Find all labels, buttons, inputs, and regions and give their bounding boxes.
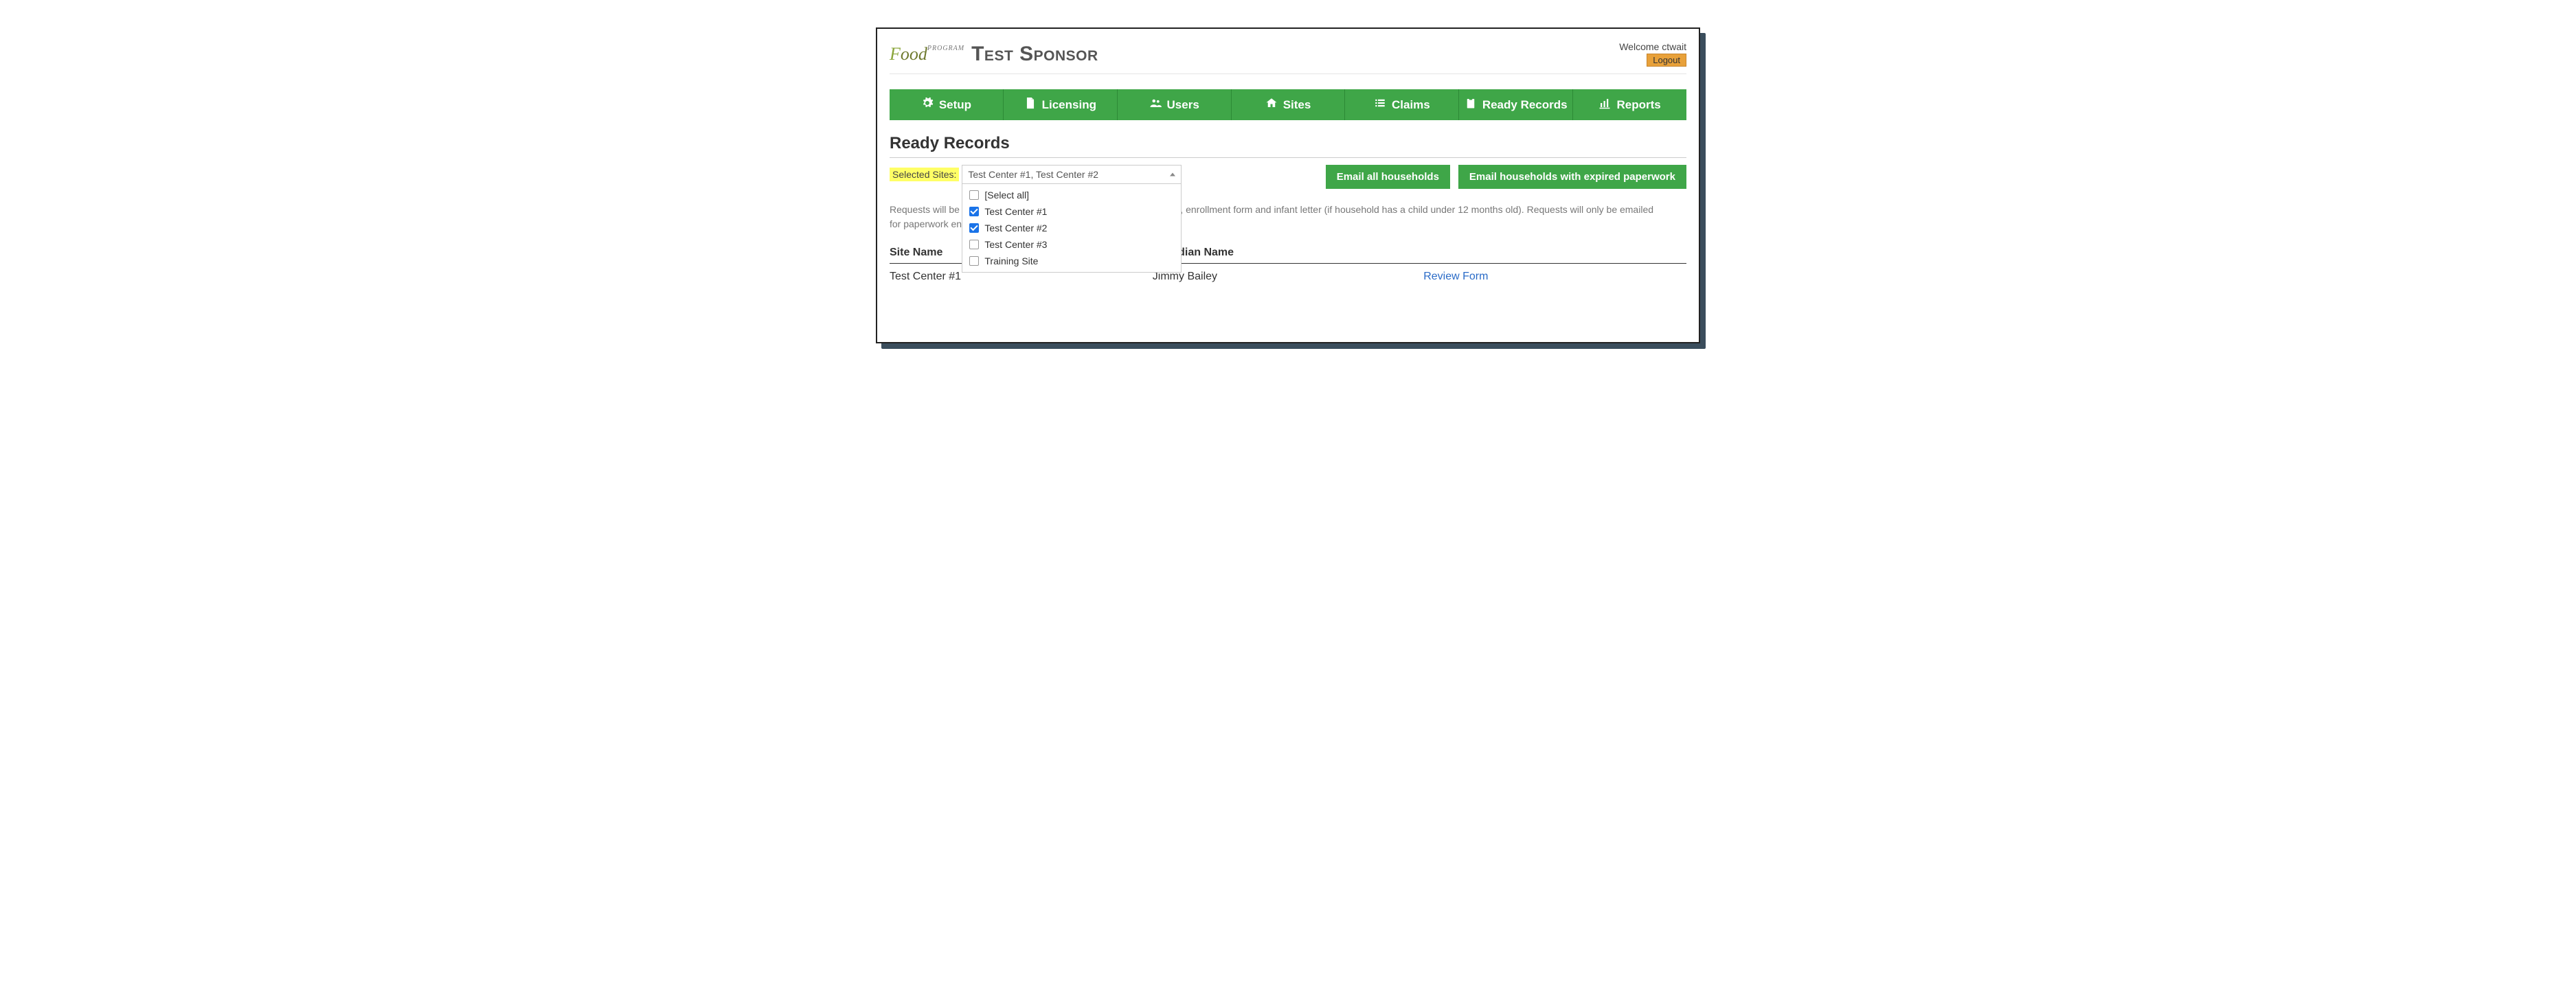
selected-sites-label: Selected Sites: — [890, 168, 959, 181]
sites-option-label: Test Center #1 — [984, 206, 1047, 217]
review-form-link[interactable]: Review Form — [1423, 271, 1488, 282]
sites-option-label: [Select all] — [984, 190, 1029, 201]
nav-item-users[interactable]: Users — [1118, 89, 1232, 120]
file-icon — [1024, 97, 1037, 113]
sites-option[interactable]: Test Center #2 — [962, 220, 1181, 236]
sites-multiselect-display[interactable]: Test Center #1, Test Center #2 — [962, 165, 1182, 184]
nav-label: Reports — [1616, 98, 1660, 112]
main-nav: Setup Licensing Users Sites Claims Ready Reco… — [890, 89, 1686, 120]
gears-icon — [921, 97, 934, 113]
email-all-button[interactable]: Email all households — [1326, 165, 1450, 189]
header-bar: FFoodoodPROGRAM Test Sponsor Welcome ctw… — [890, 41, 1686, 74]
action-buttons: Email all households Email households wi… — [1326, 165, 1686, 189]
nav-item-claims[interactable]: Claims — [1345, 89, 1459, 120]
welcome-text: Welcome ctwait — [1619, 41, 1686, 52]
sites-option-label: Test Center #2 — [984, 223, 1047, 234]
sponsor-title: Test Sponsor — [971, 43, 1098, 66]
sites-option[interactable]: [Select all] — [962, 187, 1181, 203]
sites-option-label: Test Center #3 — [984, 239, 1047, 250]
app-window: FFoodoodPROGRAM Test Sponsor Welcome ctw… — [876, 27, 1700, 343]
checkbox-icon[interactable] — [969, 207, 979, 216]
sites-option[interactable]: Test Center #3 — [962, 236, 1181, 253]
list-icon — [1374, 97, 1386, 113]
nav-item-setup[interactable]: Setup — [890, 89, 1004, 120]
checkbox-icon[interactable] — [969, 223, 979, 233]
caret-up-icon — [1170, 173, 1175, 177]
nav-item-reports[interactable]: Reports — [1573, 89, 1686, 120]
col-header-guardian: Guardian Name — [1153, 247, 1423, 259]
nav-label: Ready Records — [1482, 98, 1568, 112]
checkbox-icon[interactable] — [969, 240, 979, 249]
sites-option[interactable]: Test Center #1 — [962, 203, 1181, 220]
logout-button[interactable]: Logout — [1647, 54, 1686, 67]
clipboard-icon — [1465, 97, 1477, 113]
nav-label: Setup — [939, 98, 971, 112]
welcome-block: Welcome ctwait Logout — [1619, 41, 1686, 67]
users-icon — [1149, 97, 1162, 113]
filter-row: Selected Sites: Test Center #1, Test Cen… — [890, 165, 1686, 189]
page-title: Ready Records — [890, 134, 1686, 158]
nav-item-sites[interactable]: Sites — [1232, 89, 1346, 120]
email-expired-button[interactable]: Email households with expired paperwork — [1458, 165, 1686, 189]
checkbox-icon[interactable] — [969, 190, 979, 200]
col-header-action — [1423, 247, 1686, 259]
logo: FFoodoodPROGRAM — [890, 45, 964, 63]
nav-label: Licensing — [1042, 98, 1096, 112]
nav-label: Users — [1167, 98, 1199, 112]
sites-option[interactable]: Training Site — [962, 253, 1181, 269]
checkbox-icon[interactable] — [969, 256, 979, 266]
nav-item-licensing[interactable]: Licensing — [1004, 89, 1118, 120]
sites-multiselect[interactable]: Test Center #1, Test Center #2 [Select a… — [962, 165, 1182, 184]
nav-item-ready-records[interactable]: Ready Records — [1459, 89, 1573, 120]
brand-block: FFoodoodPROGRAM Test Sponsor — [890, 43, 1098, 66]
barchart-icon — [1598, 97, 1611, 113]
sites-multiselect-value: Test Center #1, Test Center #2 — [968, 169, 1098, 180]
nav-label: Claims — [1392, 98, 1430, 112]
cell-guardian: Jimmy Bailey — [1153, 271, 1423, 283]
home-icon — [1265, 97, 1278, 113]
sites-multiselect-dropdown: [Select all] Test Center #1 Test Center #2… — [962, 184, 1182, 273]
sites-option-label: Training Site — [984, 255, 1038, 266]
nav-label: Sites — [1283, 98, 1311, 112]
